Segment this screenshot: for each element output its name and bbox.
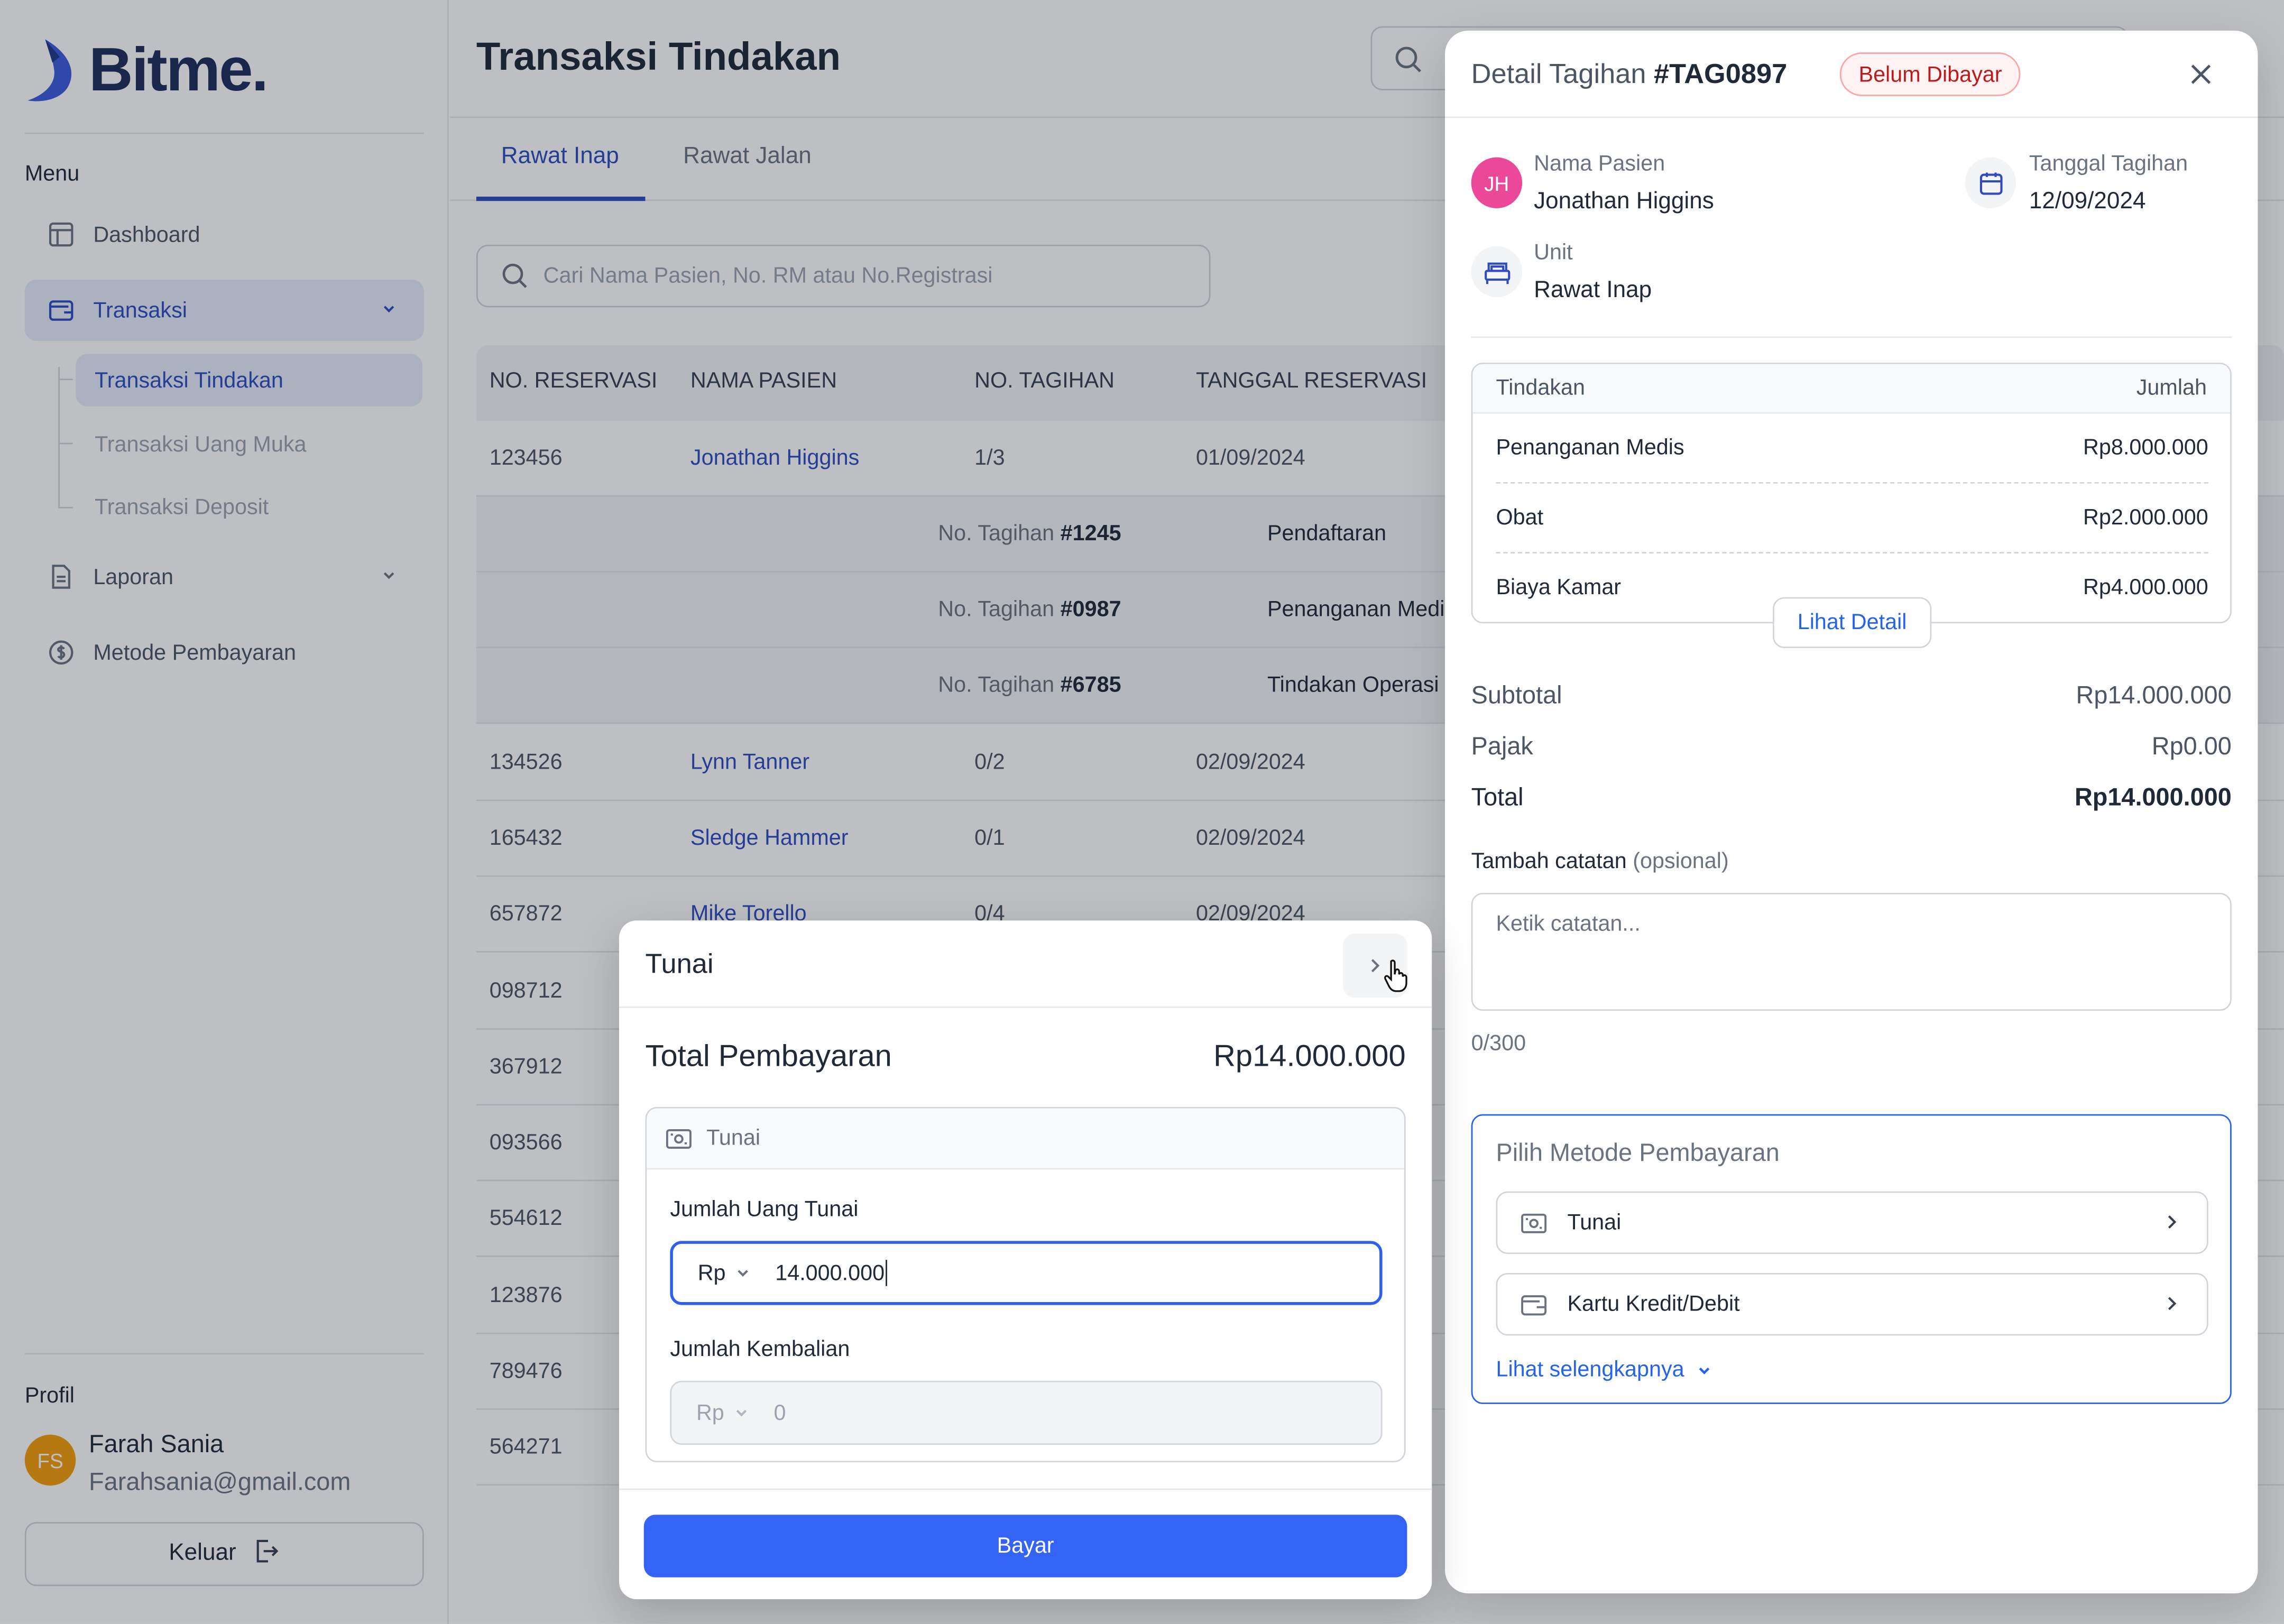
cash-icon	[1521, 1213, 1547, 1233]
items-table-header: Tindakan Jumlah	[1472, 364, 2231, 414]
item-name: Biaya Kamar	[1496, 575, 1622, 601]
items-table: Tindakan Jumlah Penanganan Medis Rp8.000…	[1471, 363, 2232, 624]
chevron-right-icon	[1371, 959, 1380, 973]
table-row: Obat Rp2.000.000	[1496, 484, 2208, 553]
drawer-header: Detail Tagihan #TAG0897 Belum Dibayar	[1445, 31, 2258, 118]
payment-option-card[interactable]: Kartu Kredit/Debit	[1496, 1272, 2208, 1336]
unit-label: Unit	[1534, 240, 1573, 265]
change-amount-value: 0	[773, 1400, 786, 1425]
tax-label: Pajak	[1471, 732, 1533, 761]
view-detail-button[interactable]: Lihat Detail	[1772, 597, 1932, 649]
divider	[1471, 336, 2232, 338]
total-payment-label: Total Pembayaran	[645, 1040, 892, 1074]
patient-avatar: JH	[1471, 157, 1523, 208]
calendar-icon	[1965, 157, 2016, 208]
app-root: Bitme. Menu Dashboard Transaksi Transaks…	[0, 0, 2284, 1624]
item-name: Obat	[1496, 505, 1544, 530]
hand-cursor-icon	[1384, 959, 1407, 992]
note-field[interactable]	[1471, 892, 2232, 1011]
invoice-date: 12/09/2024	[2029, 189, 2146, 214]
unit-value: Rawat Inap	[1534, 278, 1652, 303]
char-counter: 0/300	[1471, 1031, 1526, 1056]
chevron-right-icon	[2163, 1212, 2180, 1238]
date-label: Tanggal Tagihan	[2029, 151, 2188, 177]
note-input[interactable]	[1496, 911, 2207, 992]
chevron-down-icon	[1699, 1367, 1710, 1374]
cash-icon	[666, 1128, 692, 1148]
cash-form-header: Tunai	[647, 1108, 1404, 1170]
cash-amount-value: 14.000.000	[775, 1260, 885, 1286]
bed-icon	[1471, 246, 1523, 298]
column-header: Jumlah	[2136, 375, 2207, 401]
table-row: Penanganan Medis Rp8.000.000	[1496, 413, 2208, 484]
close-button[interactable]	[2186, 60, 2215, 89]
change-amount-input: Rp 0	[670, 1380, 1383, 1445]
chevron-down-icon	[734, 1264, 752, 1281]
divider	[619, 1488, 1432, 1490]
payment-option-label: Tunai	[1567, 1210, 1622, 1235]
cash-amount-input[interactable]: Rp 14.000.000	[670, 1241, 1383, 1305]
cash-amount-label: Jumlah Uang Tunai	[670, 1197, 859, 1222]
subtotal-value: Rp14.000.000	[2076, 681, 2232, 709]
show-more-label: Lihat selengkapnya	[1496, 1357, 1684, 1382]
subtotal-label: Subtotal	[1471, 681, 1562, 709]
status-badge: Belum Dibayar	[1839, 52, 2021, 96]
card-wallet-icon	[1521, 1293, 1547, 1316]
payment-option-tunai[interactable]: Tunai	[1496, 1191, 2208, 1254]
item-name: Penanganan Medis	[1496, 435, 1684, 460]
modal-title: Tunai	[645, 949, 714, 981]
modal-header: Tunai	[619, 920, 1432, 1008]
chevron-right-icon	[2163, 1294, 2180, 1320]
cash-form-card: Tunai Jumlah Uang Tunai Rp 14.000.000 Ju…	[645, 1106, 1406, 1463]
change-label: Jumlah Kembalian	[670, 1337, 850, 1362]
currency-select: Rp	[696, 1400, 724, 1425]
show-more-link[interactable]: Lihat selengkapnya	[1496, 1358, 1713, 1382]
total-value: Rp14.000.000	[2074, 783, 2232, 811]
invoice-detail-drawer: Detail Tagihan #TAG0897 Belum Dibayar JH…	[1445, 30, 2258, 1594]
currency-select[interactable]: Rp	[698, 1261, 726, 1286]
total-payment-value: Rp14.000.000	[1213, 1040, 1406, 1074]
total-label: Total	[1471, 783, 1524, 811]
cash-payment-modal: Tunai Total Pembayaran Rp14.000.000 Tuna…	[619, 920, 1432, 1600]
payment-option-label: Kartu Kredit/Debit	[1567, 1291, 1740, 1317]
text-caret	[886, 1260, 888, 1286]
method-label: Tunai	[706, 1125, 761, 1151]
item-amount: Rp2.000.000	[2083, 505, 2208, 530]
note-label: Tambah catatan (opsional)	[1471, 849, 1729, 874]
item-amount: Rp8.000.000	[2083, 435, 2208, 460]
total-row: Total Rp14.000.000	[1471, 783, 2232, 818]
tax-row: Pajak Rp0.00	[1471, 733, 2232, 768]
chevron-down-icon	[733, 1404, 750, 1422]
payment-method-panel: Pilih Metode Pembayaran Tunai Kartu Kred…	[1471, 1114, 2232, 1404]
tax-value: Rp0.00	[2151, 732, 2232, 761]
patient-label: Nama Pasien	[1534, 151, 1665, 177]
column-header: Tindakan	[1496, 375, 1585, 401]
payment-method-title: Pilih Metode Pembayaran	[1496, 1139, 1780, 1167]
subtotal-row: Subtotal Rp14.000.000	[1471, 681, 2232, 716]
drawer-title: Detail Tagihan #TAG0897	[1471, 59, 1788, 90]
patient-name: Jonathan Higgins	[1534, 189, 1714, 214]
pay-button[interactable]: Bayar	[643, 1515, 1407, 1577]
close-icon	[2191, 64, 2211, 84]
item-amount: Rp4.000.000	[2083, 575, 2208, 601]
